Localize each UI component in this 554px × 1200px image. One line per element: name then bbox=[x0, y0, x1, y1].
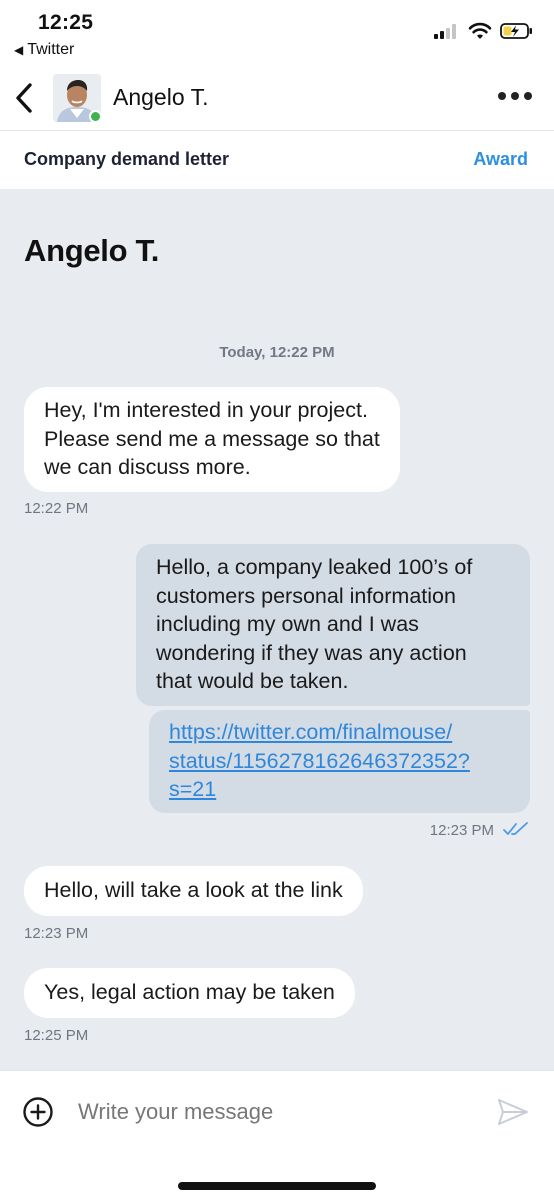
message-line: Hey, I'm interested in your project. bbox=[44, 398, 368, 422]
message-line: Hello, will take a look at the link bbox=[44, 878, 343, 902]
more-dot bbox=[511, 92, 519, 100]
date-separator: Today, 12:22 PM bbox=[219, 344, 335, 361]
online-status-dot bbox=[89, 110, 102, 123]
cellular-signal-icon bbox=[434, 24, 456, 39]
contact-name[interactable]: Angelo T. bbox=[113, 84, 208, 111]
send-icon[interactable] bbox=[496, 1095, 530, 1129]
incoming-message-bubble[interactable]: Yes, legal action may be taken bbox=[24, 968, 355, 1018]
outgoing-link-bubble: https://twitter.com/finalmouse/ status/1… bbox=[149, 710, 530, 813]
more-dot bbox=[524, 92, 532, 100]
message-line: Hello, a company leaked 100’s of bbox=[156, 555, 473, 579]
message-link[interactable]: status/1156278162646372352? bbox=[169, 747, 510, 776]
award-button[interactable]: Award bbox=[473, 149, 528, 170]
message-timestamp: 12:22 PM bbox=[24, 500, 89, 517]
back-to-app-link[interactable]: ◀ Twitter bbox=[14, 41, 74, 59]
message-line: including my own and I was bbox=[156, 612, 419, 636]
project-title[interactable]: Company demand letter bbox=[24, 149, 229, 170]
chat-heading: Angelo T. bbox=[24, 233, 160, 268]
message-timestamp: 12:25 PM bbox=[24, 1027, 89, 1044]
message-composer bbox=[0, 1070, 554, 1200]
battery-charging-icon bbox=[500, 23, 532, 39]
message-timestamp: 12:23 PM bbox=[24, 925, 89, 942]
plus-circle-icon[interactable] bbox=[22, 1096, 54, 1128]
back-triangle-icon: ◀ bbox=[14, 43, 24, 57]
double-check-icon bbox=[503, 822, 528, 835]
message-line: customers personal information bbox=[156, 583, 456, 608]
incoming-message-bubble[interactable]: Hey, I'm interested in your project. Ple… bbox=[24, 387, 400, 492]
status-time: 12:25 bbox=[38, 11, 94, 34]
message-timestamp: 12:23 PM bbox=[429, 822, 494, 839]
more-dot bbox=[498, 92, 506, 100]
outgoing-message-bubble[interactable]: Hello, a company leaked 100’s of custome… bbox=[136, 544, 530, 706]
wifi-icon bbox=[468, 22, 492, 39]
message-line: that would be taken. bbox=[156, 669, 349, 693]
message-line: wondering if they was any action bbox=[156, 640, 467, 665]
message-input[interactable] bbox=[66, 1091, 466, 1133]
project-bar: Company demand letter Award bbox=[0, 131, 554, 189]
message-link[interactable]: s=21 bbox=[169, 775, 510, 804]
message-line: Yes, legal action may be taken bbox=[44, 980, 335, 1004]
incoming-message-bubble[interactable]: Hello, will take a look at the link bbox=[24, 866, 363, 916]
more-options-icon[interactable] bbox=[498, 92, 532, 100]
message-link[interactable]: https://twitter.com/finalmouse/ bbox=[169, 718, 510, 747]
back-app-label: Twitter bbox=[27, 41, 75, 58]
conversation-header: Angelo T. bbox=[0, 66, 554, 131]
home-indicator bbox=[178, 1182, 376, 1190]
chevron-left-icon[interactable] bbox=[10, 79, 40, 117]
message-line: Please send me a message so that bbox=[44, 426, 380, 451]
status-bar: 12:25 ◀ Twitter bbox=[0, 0, 554, 66]
status-icons bbox=[434, 22, 534, 40]
chat-area[interactable]: Angelo T. Today, 12:22 PM Hey, I'm inter… bbox=[0, 189, 554, 1070]
message-line: we can discuss more. bbox=[44, 455, 251, 479]
